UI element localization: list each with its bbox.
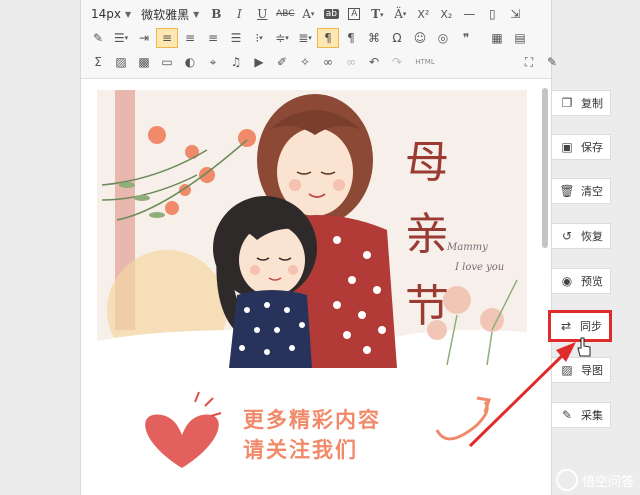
font-family-value: 微软雅黑 xyxy=(141,7,190,22)
font-style-icon[interactable]: T ▾ xyxy=(366,4,388,24)
subscript-icon[interactable]: X₂ xyxy=(435,4,457,24)
copy-button[interactable]: ❐ 复制 xyxy=(551,90,611,116)
mothers-day-poster: 母 亲 节 Mammy I love you xyxy=(97,90,527,368)
font-color-icon[interactable]: A ▾ xyxy=(297,4,319,24)
page-break-icon[interactable]: ▤ xyxy=(509,28,531,48)
editor-scrollbar[interactable] xyxy=(542,88,548,248)
align-left-icon[interactable]: ≡ xyxy=(156,28,178,48)
background-color-icon[interactable]: ab xyxy=(320,4,342,24)
toolbar-row-2: ✎ ☰ ▾ ⇥ ≡ ≡ ≡ ☰ ⁝ ▾ ≑ ▾ ≣ ▾ ¶ ¶ ⌘ Ω ☺ ◎ ❞ ▦ … xyxy=(87,26,532,50)
list-style-icon[interactable]: ⁝ ▾ xyxy=(248,28,270,48)
fullscreen-icon[interactable]: ⛶ xyxy=(518,52,540,72)
poster-title-char-1: 母 xyxy=(405,137,449,188)
restore-icon: ↺ xyxy=(561,229,573,243)
rich-text-editor: 14px ▼ 微软雅黑 ▼ B I U ABC A ▾ ab A T ▾ Ä ▾ X² X… xyxy=(80,0,557,495)
row-spacing-icon[interactable]: ≣ ▾ xyxy=(294,28,316,48)
insert-video-icon[interactable]: ▶ xyxy=(248,52,270,72)
copy-button-label: 复制 xyxy=(581,97,603,110)
clear-button[interactable]: 🗑 清空 xyxy=(551,178,611,204)
toolbar-row-1: 14px ▼ 微软雅黑 ▼ B I U ABC A ▾ ab A T ▾ Ä ▾ X² X… xyxy=(87,2,527,26)
border-text-icon[interactable]: A xyxy=(343,4,365,24)
bold-icon[interactable]: B xyxy=(205,4,227,24)
collect-button[interactable]: ✎ 采集 xyxy=(551,402,611,428)
preview-button[interactable]: ◉ 预览 xyxy=(551,268,611,294)
background-icon[interactable]: ◐ xyxy=(179,52,201,72)
poster-script-line-1: Mammy xyxy=(447,242,488,253)
wukong-logo-icon xyxy=(555,469,578,491)
watermark-text: 悟空问答 xyxy=(581,474,634,490)
poster-title-char-3: 节 xyxy=(405,281,449,332)
poster-illustration xyxy=(97,90,527,368)
table-icon[interactable]: ▦ xyxy=(486,28,508,48)
image-icon[interactable]: ▨ xyxy=(110,52,132,72)
copy-icon: ❐ xyxy=(561,96,573,110)
restore-button-label: 恢复 xyxy=(581,230,603,243)
eraser-icon[interactable]: ✎ xyxy=(87,28,109,48)
clear-button-label: 清空 xyxy=(581,185,603,198)
indent-icon[interactable]: ⇥ xyxy=(133,28,155,48)
font-size-value: 14px xyxy=(91,7,121,21)
poster-script-line-2: I love you xyxy=(455,262,505,273)
formula-icon[interactable]: Σ xyxy=(87,52,109,72)
save-icon: ▣ xyxy=(561,140,573,154)
collect-button-label: 采集 xyxy=(581,409,603,422)
chevron-down-icon: ▼ xyxy=(193,9,200,19)
eye-icon: ◉ xyxy=(561,274,573,288)
superscript-icon[interactable]: X² xyxy=(412,4,434,24)
export-image-icon: ▨ xyxy=(561,363,573,377)
undo-icon[interactable]: ↶ xyxy=(363,52,385,72)
editor-toolbar: 14px ▼ 微软雅黑 ▼ B I U ABC A ▾ ab A T ▾ Ä ▾ X² X… xyxy=(81,0,557,79)
font-family-select[interactable]: 微软雅黑 ▼ xyxy=(137,6,205,23)
sync-icon: ⇄ xyxy=(560,319,572,333)
font-size-select[interactable]: 14px ▼ xyxy=(87,7,137,21)
map-icon[interactable]: ⌖ xyxy=(202,52,224,72)
export-image-button-label: 导图 xyxy=(581,364,603,377)
align-center-icon[interactable]: ≡ xyxy=(179,28,201,48)
align-justify-icon[interactable]: ☰ xyxy=(225,28,247,48)
sync-button[interactable]: ⇄ 同步 xyxy=(548,310,612,342)
blank-page-icon[interactable]: ▯ xyxy=(481,4,503,24)
underline-icon[interactable]: U xyxy=(251,4,273,24)
strikethrough-icon[interactable]: ABC xyxy=(274,4,296,24)
multi-image-icon[interactable]: ▩ xyxy=(133,52,155,72)
chevron-down-icon: ▼ xyxy=(125,9,132,19)
trash-icon: 🗑 xyxy=(559,184,575,198)
special-char-icon[interactable]: Ω xyxy=(386,28,408,48)
video-icon[interactable]: ▭ xyxy=(156,52,178,72)
save-button-label: 保存 xyxy=(581,141,603,154)
clear-format-icon[interactable]: ⇲ xyxy=(504,4,526,24)
save-button[interactable]: ▣ 保存 xyxy=(551,134,611,160)
insert-code-icon[interactable]: ⌘ xyxy=(363,28,385,48)
horizontal-rule-icon[interactable]: — xyxy=(458,4,480,24)
watermark: 悟空问答 xyxy=(555,469,634,491)
search-replace-icon[interactable]: ◎ xyxy=(432,28,454,48)
export-image-button[interactable]: ▨ 导图 xyxy=(551,357,611,383)
link-icon[interactable]: ∞ xyxy=(317,52,339,72)
direction-rtl-icon[interactable]: ¶ xyxy=(340,28,362,48)
html-icon[interactable]: HTML xyxy=(409,52,441,72)
italic-icon[interactable]: I xyxy=(228,4,250,24)
unlink-icon[interactable]: ∞ xyxy=(340,52,362,72)
template-icon[interactable]: ✧ xyxy=(294,52,316,72)
toolbar-row-3: Σ ▨ ▩ ▭ ◐ ⌖ ♫ ▶ ✐ ✧ ∞ ∞ ↶ ↷ HTML ⛶ ✎ xyxy=(87,50,564,74)
restore-button[interactable]: ↺ 恢复 xyxy=(551,223,611,249)
promo-line-2: 请关注我们 xyxy=(243,438,358,462)
emoji-icon[interactable]: ☺ xyxy=(409,28,431,48)
align-right-icon[interactable]: ≡ xyxy=(202,28,224,48)
sync-button-label: 同步 xyxy=(580,320,602,333)
promo-banner: 更多精彩内容 请关注我们 xyxy=(97,380,527,490)
quote-icon[interactable]: ❞ xyxy=(455,28,477,48)
text-shadow-icon[interactable]: Ä ▾ xyxy=(389,4,411,24)
preview-icon[interactable]: ✎ xyxy=(541,52,563,72)
promo-line-1: 更多精彩内容 xyxy=(243,408,381,432)
music-icon[interactable]: ♫ xyxy=(225,52,247,72)
attachment-icon[interactable]: ✐ xyxy=(271,52,293,72)
collect-icon: ✎ xyxy=(561,408,573,422)
redo-icon[interactable]: ↷ xyxy=(386,52,408,72)
paragraph-spacing-icon[interactable]: ≑ ▾ xyxy=(271,28,293,48)
direction-ltr-icon[interactable]: ¶ xyxy=(317,28,339,48)
preview-button-label: 预览 xyxy=(581,275,603,288)
line-height-icon[interactable]: ☰ ▾ xyxy=(110,28,132,48)
